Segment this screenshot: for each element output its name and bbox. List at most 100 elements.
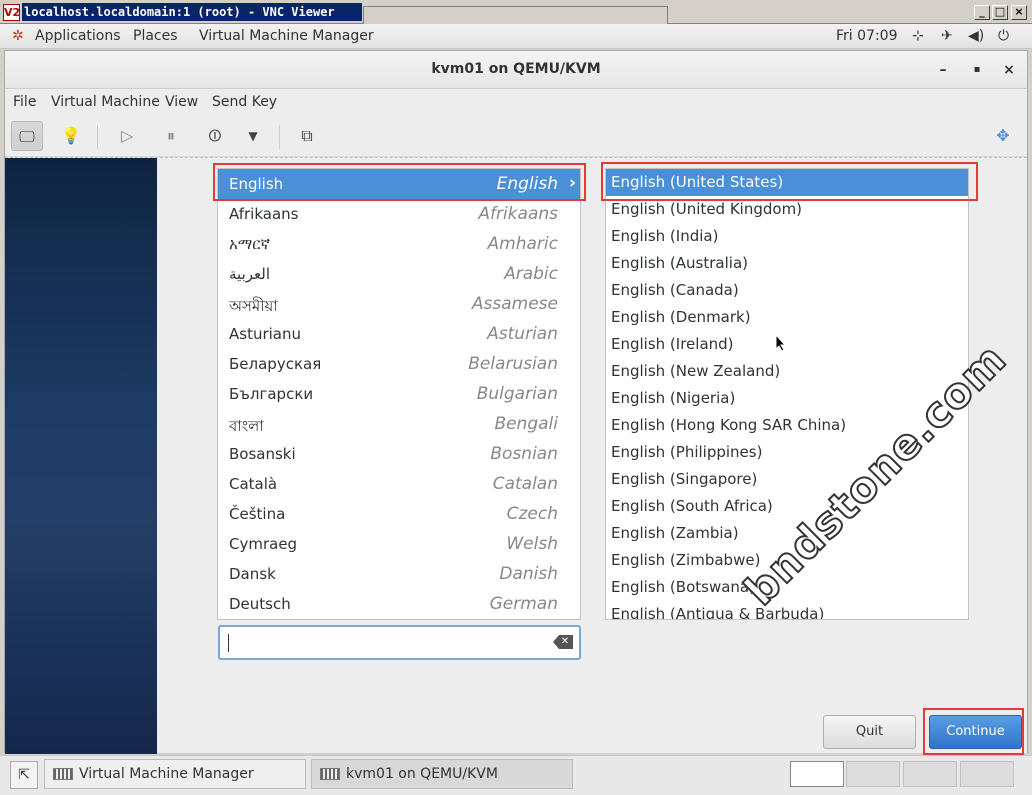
language-row[interactable]: Asturianu Asturian: [218, 319, 580, 349]
vnc-close-button[interactable]: ×: [1011, 5, 1027, 20]
language-native-name: Čeština: [229, 505, 286, 523]
chevron-right-icon: ›: [568, 173, 576, 193]
quit-button[interactable]: Quit: [823, 715, 916, 749]
virtual-machine-manager-launcher[interactable]: Virtual Machine Manager: [199, 28, 374, 44]
language-row[interactable]: Bosanski Bosnian: [218, 439, 580, 469]
show-desktop-button[interactable]: ⇱: [10, 761, 38, 789]
locale-row[interactable]: English (India): [606, 223, 968, 250]
language-row[interactable]: Català Catalan: [218, 469, 580, 499]
workspace-3[interactable]: [903, 761, 957, 787]
language-english-name: Catalan: [492, 474, 558, 494]
taskbar-item-virt-manager[interactable]: Virtual Machine Manager: [44, 759, 306, 789]
language-list[interactable]: English English › Afrikaans Afrikaans አማር…: [217, 168, 581, 620]
language-english-name: Afrikaans: [478, 204, 558, 224]
window-title: kvm01 on QEMU/KVM: [431, 61, 601, 77]
menu-send-key[interactable]: Send Key: [212, 94, 277, 110]
language-row[interactable]: العربية Arabic: [218, 259, 580, 289]
power-switch-icon: ⏼: [208, 126, 222, 145]
continue-button[interactable]: Continue: [929, 715, 1022, 749]
vnc-viewer-screen: V2 localhost.localdomain:1 (root) - VNC …: [0, 0, 1032, 795]
toolbar-separator: [97, 125, 98, 149]
details-view-button[interactable]: 💡: [55, 121, 87, 151]
language-row[interactable]: Afrikaans Afrikaans: [218, 199, 580, 229]
locale-row[interactable]: English (United States): [606, 169, 968, 196]
language-english-name: Assamese: [471, 294, 558, 314]
window-title-bar: kvm01 on QEMU/KVM: [5, 51, 1027, 89]
vnc-title-bar: V2 localhost.localdomain:1 (root) - VNC …: [0, 0, 1032, 24]
language-english-name: Bengali: [494, 414, 558, 434]
power-icon[interactable]: ⏻: [998, 28, 1009, 44]
window-maximize-button[interactable]: ▪: [969, 62, 985, 78]
snapshots-button[interactable]: ⧉: [291, 121, 323, 151]
panel-clock[interactable]: Fri 07:09: [836, 28, 897, 44]
language-native-name: Asturianu: [229, 325, 302, 343]
locale-row[interactable]: English (South Africa): [606, 493, 968, 520]
airplane-icon[interactable]: ✈: [941, 28, 953, 44]
language-search-input[interactable]: ✕: [218, 625, 581, 660]
language-row[interactable]: Čeština Czech: [218, 499, 580, 529]
virt-manager-icon: [53, 768, 73, 780]
language-native-name: Cymraeg: [229, 535, 298, 553]
language-native-name: Català: [229, 475, 278, 493]
language-native-name: Беларуская: [229, 355, 322, 373]
vnc-toolbar-area: [363, 6, 668, 24]
fullscreen-button[interactable]: ✥: [987, 121, 1019, 151]
menu-virtual-machine[interactable]: Virtual Machine: [51, 94, 160, 110]
locale-row[interactable]: English (Canada): [606, 277, 968, 304]
locale-row[interactable]: English (United Kingdom): [606, 196, 968, 223]
workspace-2[interactable]: [846, 761, 900, 787]
menu-bar: File Virtual Machine View Send Key: [5, 89, 1027, 117]
language-english-name: Czech: [506, 504, 558, 524]
language-row[interactable]: አማርኛ Amharic: [218, 229, 580, 259]
places-menu[interactable]: Places: [133, 28, 178, 44]
shutdown-button[interactable]: ⏼: [199, 121, 231, 151]
volume-icon[interactable]: ◀): [968, 28, 984, 44]
vm-console-window: kvm01 on QEMU/KVM – ▪ × File Virtual Mac…: [4, 50, 1028, 755]
language-row[interactable]: English English ›: [218, 169, 580, 199]
window-minimize-button[interactable]: –: [935, 62, 951, 78]
language-row[interactable]: Deutsch German: [218, 589, 580, 619]
language-row[interactable]: Cymraeg Welsh: [218, 529, 580, 559]
language-native-name: Deutsch: [229, 595, 291, 613]
language-native-name: English: [229, 175, 284, 193]
taskbar-item-kvm01[interactable]: kvm01 on QEMU/KVM: [311, 759, 573, 789]
vnc-maximize-button[interactable]: □: [992, 5, 1008, 20]
locale-row[interactable]: English (Antigua & Barbuda): [606, 601, 968, 619]
mouse-pointer-icon: [775, 334, 787, 352]
pause-button[interactable]: ⏸: [155, 121, 187, 151]
taskbar-item-label: Virtual Machine Manager: [79, 766, 254, 782]
language-english-name: Welsh: [506, 534, 558, 554]
language-english-name: Bulgarian: [476, 384, 558, 404]
menu-file[interactable]: File: [13, 94, 36, 110]
language-english-name: Arabic: [504, 264, 558, 284]
vnc-minimize-button[interactable]: _: [974, 5, 990, 20]
lightbulb-icon: 💡: [61, 126, 81, 145]
network-icon[interactable]: ⊹: [912, 28, 924, 44]
clear-icon[interactable]: ✕: [553, 635, 573, 649]
vnc-logo-icon: V2: [3, 4, 21, 21]
locale-row[interactable]: English (Australia): [606, 250, 968, 277]
console-view-button[interactable]: 🖵: [11, 121, 43, 151]
language-row[interactable]: Български Bulgarian: [218, 379, 580, 409]
vnc-window-title: localhost.localdomain:1 (root) - VNC Vie…: [22, 3, 362, 21]
language-row[interactable]: Беларуская Belarusian: [218, 349, 580, 379]
workspace-1[interactable]: [790, 761, 844, 787]
applications-menu[interactable]: Applications: [35, 28, 121, 44]
run-button[interactable]: ▷: [111, 121, 143, 151]
workspace-4[interactable]: [960, 761, 1014, 787]
language-english-name: Asturian: [487, 324, 558, 344]
language-native-name: العربية: [229, 265, 270, 283]
locale-row[interactable]: English (Denmark): [606, 304, 968, 331]
language-native-name: Bosanski: [229, 445, 296, 463]
bottom-taskbar: ⇱ Virtual Machine Manager kvm01 on QEMU/…: [0, 755, 1032, 795]
menu-view[interactable]: View: [165, 94, 198, 110]
locale-row[interactable]: English (New Zealand): [606, 358, 968, 385]
shutdown-dropdown[interactable]: ▼: [237, 121, 269, 151]
language-row[interactable]: Dansk Danish: [218, 559, 580, 589]
language-native-name: Dansk: [229, 565, 276, 583]
language-row[interactable]: বাংলা Bengali: [218, 409, 580, 439]
locale-row[interactable]: English (Ireland): [606, 331, 968, 358]
installer-sidebar: [5, 158, 157, 754]
window-close-button[interactable]: ×: [1001, 62, 1017, 78]
language-row[interactable]: অসমীয়া Assamese: [218, 289, 580, 319]
